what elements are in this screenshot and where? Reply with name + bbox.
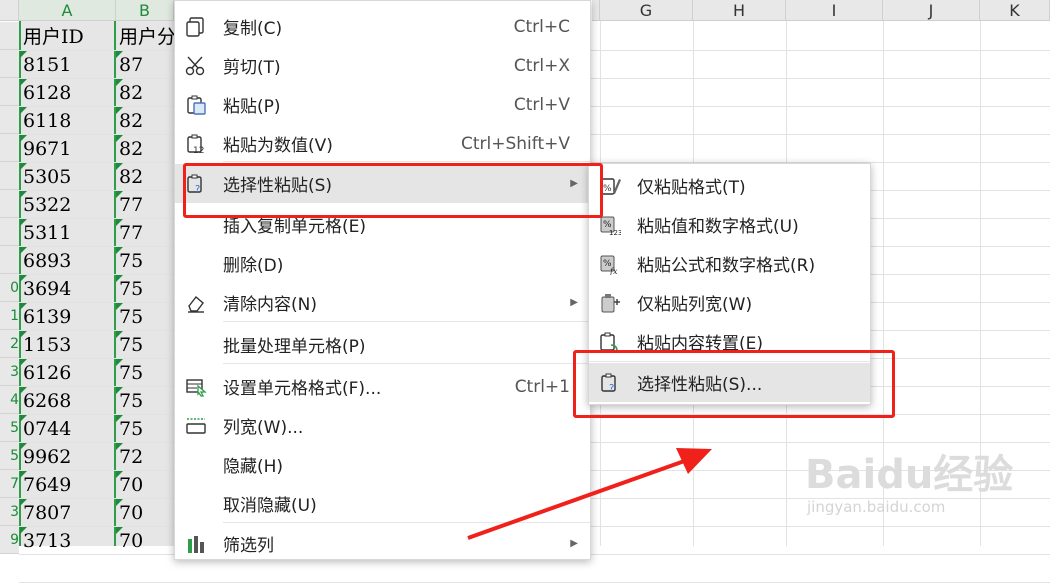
watermark-logo-text: Baidu经验 (805, 452, 1014, 498)
baidu-watermark: Baidu经验 jingyan.baidu.com (805, 453, 1013, 517)
watermark-url: jingyan.baidu.com (807, 498, 946, 516)
